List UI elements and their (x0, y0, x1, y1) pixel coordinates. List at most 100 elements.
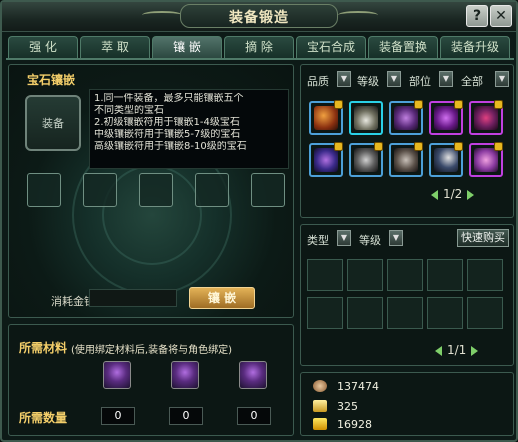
next-page-arrow-icon[interactable] (471, 345, 479, 356)
material-count-1: 0 (101, 407, 135, 425)
gem-list-slot[interactable] (347, 259, 383, 291)
pen-weapon-icon[interactable] (429, 142, 463, 177)
rule-line: 不同类型的宝石 (94, 105, 164, 116)
tab-remove[interactable]: 摘 除 (224, 36, 294, 58)
chain-whip-icon[interactable] (349, 142, 383, 177)
lock-icon (494, 142, 503, 151)
chevron-down-icon[interactable]: ▼ (389, 230, 403, 246)
gem-list-slot[interactable] (307, 297, 343, 329)
copper-coin-icon (313, 380, 327, 392)
blue-armor-icon[interactable] (309, 142, 343, 177)
equipment-pager: 1/2 (431, 187, 475, 201)
materials-note: (使用绑定材料后,装备将与角色绑定) (71, 345, 232, 356)
chevron-down-icon[interactable]: ▼ (387, 71, 401, 87)
gem-list-slot[interactable] (307, 259, 343, 291)
gem-slot-2[interactable] (83, 173, 117, 207)
purple-boots-icon[interactable] (389, 100, 423, 135)
tab-inlay[interactable]: 镶 嵌 (152, 36, 222, 58)
gem-list-slot[interactable] (467, 259, 503, 291)
inlay-button[interactable]: 镶 嵌 (189, 287, 255, 309)
lock-icon (454, 100, 463, 109)
inlay-section-title: 宝石镶嵌 (27, 73, 76, 87)
gem-pager: 1/1 (435, 343, 479, 357)
bound-gold-ingot-icon (313, 400, 327, 412)
material-count-2: 0 (169, 407, 203, 425)
close-button[interactable]: ✕ (490, 5, 512, 27)
prev-page-arrow-icon[interactable] (431, 189, 438, 200)
tab-gem-compose[interactable]: 宝石合成 (296, 36, 366, 58)
gem-list-slot[interactable] (387, 297, 423, 329)
gem-list-slot[interactable] (467, 297, 503, 329)
bound-gold-amount: 325 (337, 400, 358, 413)
gem-slot-4[interactable] (195, 173, 229, 207)
type-filter-label: 类型 (307, 234, 329, 247)
gem-list-panel: 类型 ▼ 等级 ▼ 快速购买 1/1 (300, 224, 514, 366)
tab-enhance[interactable]: 强 化 (8, 36, 78, 58)
equipment-list-panel: 品质 ▼ 等级 ▼ 部位 ▼ 全部 ▼ 1/2 (300, 64, 514, 218)
quality-filter-label: 品质 (307, 75, 329, 88)
equipment-slot[interactable]: 装备 (25, 95, 81, 151)
rule-line: 2.初级镶嵌符用于镶嵌1-4级宝石 (94, 117, 240, 128)
gem-page-number: 1/1 (447, 343, 467, 357)
rule-line: 高级镶嵌符用于镶嵌8-10级的宝石 (94, 141, 247, 152)
title-ornament-left (142, 11, 182, 19)
gem-list-slot[interactable] (427, 259, 463, 291)
chevron-down-icon[interactable]: ▼ (495, 71, 509, 87)
help-button[interactable]: ? (466, 5, 488, 27)
gem-list-slot[interactable] (427, 297, 463, 329)
gem-slot-5[interactable] (251, 173, 285, 207)
all-filter-label: 全部 (461, 75, 483, 88)
material-count-3: 0 (237, 407, 271, 425)
chevron-down-icon[interactable]: ▼ (337, 230, 351, 246)
lock-icon (454, 142, 463, 151)
level-filter-label: 等级 (357, 75, 379, 88)
window-title: 装备锻造 (229, 10, 289, 26)
claw-necklace-icon[interactable] (349, 101, 383, 135)
gem-slot-1[interactable] (27, 173, 61, 207)
title-bar[interactable]: 装备锻造 ? ✕ (2, 2, 516, 32)
lock-icon (494, 100, 503, 109)
rule-line: 1.同一件装备，最多只能镶嵌五个 (94, 93, 244, 104)
equipment-page-number: 1/2 (443, 187, 463, 201)
chevron-down-icon[interactable]: ▼ (337, 71, 351, 87)
gold-amount: 16928 (337, 418, 372, 431)
cost-value (89, 289, 177, 307)
inlay-rules-box: 1.同一件装备，最多只能镶嵌五个 不同类型的宝石 2.初级镶嵌符用于镶嵌1-4级… (89, 89, 289, 169)
gem-level-filter-label: 等级 (359, 234, 381, 247)
currency-panel: 137474 325 16928 (300, 372, 514, 436)
gem-list-slot[interactable] (347, 297, 383, 329)
forge-window: 装备锻造 ? ✕ 强 化 萃 取 镶 嵌 摘 除 宝石合成 装备置换 装备升级 … (0, 0, 518, 442)
next-page-arrow-icon[interactable] (467, 189, 475, 200)
materials-title: 所需材料 (19, 341, 68, 355)
gold-ingot-icon (313, 418, 327, 430)
gem-list-slot[interactable] (387, 259, 423, 291)
lock-icon (374, 142, 383, 151)
lock-icon (334, 142, 343, 151)
quick-buy-button[interactable]: 快速购买 (457, 229, 509, 247)
tab-equip-upgrade[interactable]: 装备升级 (440, 36, 510, 58)
gauntlet-icon[interactable] (389, 142, 423, 177)
fan-weapon-icon[interactable] (309, 100, 343, 135)
materials-panel: 所需材料 (使用绑定材料后,装备将与角色绑定) 所需数量 0 0 0 (8, 324, 294, 436)
inlay-charm-high-icon[interactable] (239, 361, 267, 389)
inlay-charm-mid-icon[interactable] (171, 361, 199, 389)
purple-robe-icon[interactable] (429, 100, 463, 135)
lock-icon (414, 142, 423, 151)
inlay-charm-basic-icon[interactable] (103, 361, 131, 389)
tab-extract[interactable]: 萃 取 (80, 36, 150, 58)
dragon-shoulder-icon[interactable] (469, 100, 503, 135)
chevron-down-icon[interactable]: ▼ (439, 71, 453, 87)
prev-page-arrow-icon[interactable] (435, 345, 442, 356)
tab-equip-swap[interactable]: 装备置换 (368, 36, 438, 58)
copper-amount: 137474 (337, 380, 379, 393)
inlay-panel: 宝石镶嵌 装备 1.同一件装备，最多只能镶嵌五个 不同类型的宝石 2.初级镶嵌符… (8, 64, 294, 318)
equipment-slot-label: 装备 (42, 117, 64, 130)
rule-line: 中级镶嵌符用于镶嵌5-7级的宝石 (94, 129, 241, 140)
slot-filter-label: 部位 (409, 75, 431, 88)
lock-icon (414, 100, 423, 109)
tab-underline (6, 58, 514, 60)
pink-costume-icon[interactable] (469, 142, 503, 177)
lock-icon (334, 100, 343, 109)
gem-slot-3[interactable] (139, 173, 173, 207)
title-ornament-right (338, 11, 378, 19)
